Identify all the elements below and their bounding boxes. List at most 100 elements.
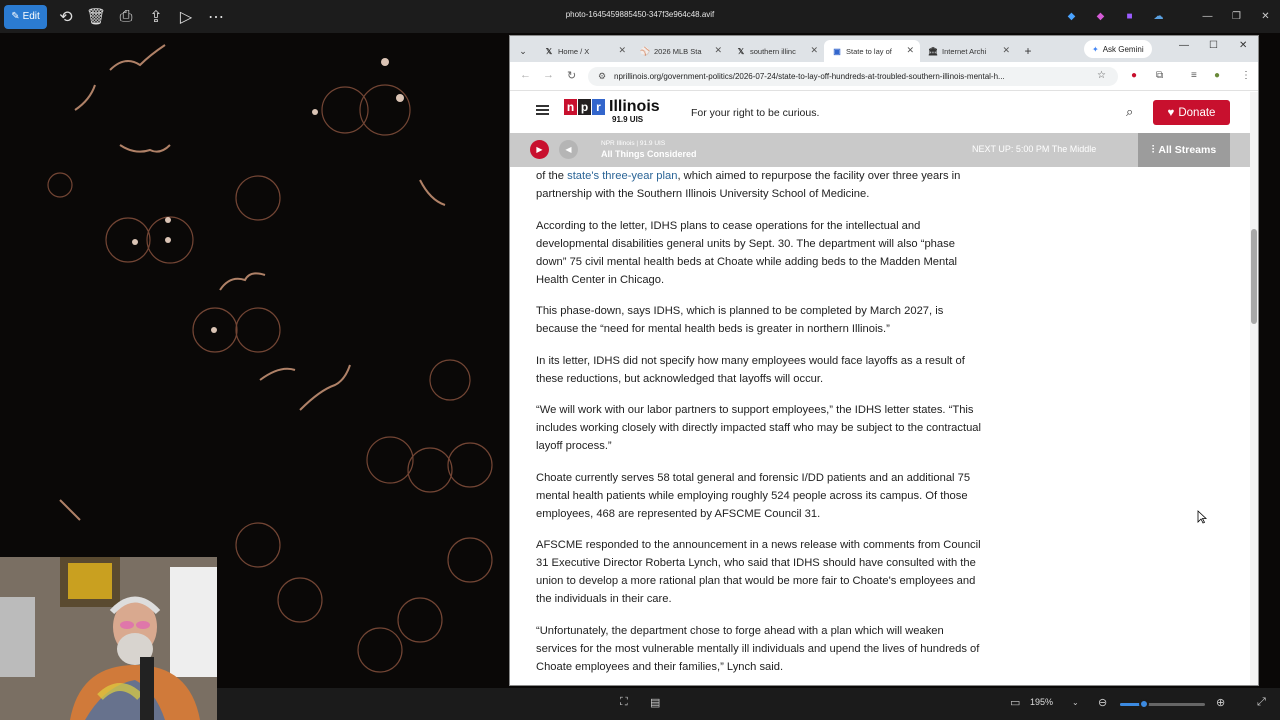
close-icon[interactable]: ✕ [1251,0,1280,33]
article-paragraph: AFSCME responded to the announcement in … [536,539,981,605]
article-body: of the state's three-year plan, which ai… [536,167,986,685]
more-icon[interactable]: ⋯ [201,5,231,29]
gemini-icon: ✦ [1092,44,1099,54]
logo-frequency: 91.9 UIS [612,115,644,124]
tray-app-icon[interactable]: ◆ [1057,0,1086,33]
minimize-icon[interactable]: — [1193,0,1222,33]
next-up-show: The Middle [1051,144,1097,154]
search-icon[interactable]: ⌕ [1126,104,1133,120]
url-field[interactable]: ⚙ nprillinois.org/government-politics/20… [588,67,1118,86]
chevron-down-icon[interactable]: ⌄ [1072,698,1079,707]
zoom-slider[interactable] [1120,699,1205,709]
scrollbar-thumb[interactable] [1251,229,1257,324]
tab-4[interactable]: 🏛 Internet Archi ✕ [920,40,1016,62]
zoom-in-icon[interactable]: ⊕ [1216,696,1225,709]
slideshow-icon[interactable]: ▷ [171,5,201,29]
rotate-icon[interactable]: ⟲ [51,5,81,29]
tab-close-icon[interactable]: ✕ [810,45,818,56]
npr-logo: n p r [564,99,605,115]
tab-search-icon[interactable]: ⌄ [510,40,536,62]
tab-close-icon[interactable]: ✕ [714,45,722,56]
forward-icon[interactable]: → [543,69,554,81]
zoom-level[interactable]: 195% [1030,697,1053,707]
new-tab-button[interactable]: + [1016,40,1040,62]
donate-button[interactable]: ♥ Donate [1153,100,1230,125]
archive-icon: 🏛 [927,46,939,56]
webcam-image [0,557,217,720]
volume-icon[interactable]: ◀ [559,140,578,159]
profile-avatar-icon[interactable]: ● [1214,70,1220,81]
tab-3[interactable]: ▣ State to lay of ✕ [824,40,920,62]
player-station: NPR Illinois | 91.9 UIS [601,140,666,147]
zoom-out-icon[interactable]: ⊖ [1098,696,1107,709]
heart-icon: ♥ [1167,106,1175,119]
fit-icon[interactable]: ⛶ [620,696,628,709]
viewer-toolbar: ✎ Edit ⟲ 🗑 ⎙ ⇪ ▷ ⋯ photo-1645459885450-3… [0,0,1280,33]
article-paragraph: of the state's three-year plan, which ai… [536,167,986,203]
delete-icon[interactable]: 🗑 [81,5,111,29]
ask-gemini-label: Ask Gemini [1102,44,1144,54]
maximize-icon[interactable]: ❐ [1222,0,1251,33]
share-icon[interactable]: ⇪ [141,5,171,29]
webcam-overlay [0,557,217,720]
print-icon[interactable]: ⎙ [111,5,141,29]
play-button[interactable]: ▶ [530,140,549,159]
tab-2[interactable]: 𝕏southern illinc ✕ [728,40,824,62]
state-plan-link[interactable]: state's three-year plan [567,170,677,182]
reading-list-icon[interactable]: ≡ [1191,70,1197,81]
cloud-icon[interactable]: ☁ [1144,0,1173,33]
tray-app-icon-2[interactable]: ◆ [1086,0,1115,33]
article-paragraph: According to the letter, IDHS plans to c… [536,219,958,286]
mlb-logo-icon: ⚾ [640,46,650,56]
tab-label: southern illinc [750,46,796,56]
article-paragraph: “We will work with our labor partners to… [536,404,982,452]
close-icon[interactable]: ✕ [1239,40,1247,51]
reload-icon[interactable]: ↻ [567,69,576,82]
fullscreen-icon[interactable]: ⤢ [1257,696,1266,709]
tab-0[interactable]: 𝕏 Home / X ✕ [536,40,632,62]
npr-logo-r: r [592,99,605,115]
article-paragraph: This phase-down, says IDHS, which is pla… [536,305,944,335]
donate-label: Donate [1178,106,1216,119]
npr-illinois-logo[interactable]: n p r Illinois 91.9 UIS [564,99,660,124]
tab-strip: ⌄ 𝕏 Home / X ✕ ⚾ 2026 MLB Sta ✕ 𝕏southern illi… [510,36,1258,62]
page-scrollbar[interactable] [1250,92,1258,685]
all-streams-label: All Streams [1158,144,1217,156]
url-text: nprillinois.org/government-politics/2026… [614,72,1005,81]
address-bar-row: ← → ↻ ⚙ nprillinois.org/government-polit… [510,62,1258,91]
tab-label: Internet Archi [942,46,987,56]
site-info-icon[interactable]: ⚙ [598,67,606,86]
bookmark-star-icon[interactable]: ☆ [1097,70,1106,81]
mouse-cursor-icon [1197,510,1207,524]
back-icon[interactable]: ← [520,69,531,81]
tab-close-icon[interactable]: ✕ [906,45,914,56]
menu-kebab-icon[interactable]: ⋮ [1241,70,1251,81]
edit-label: Edit [22,11,40,22]
all-streams-button[interactable]: ⫶ All Streams [1138,133,1230,167]
tab-1[interactable]: ⚾ 2026 MLB Sta ✕ [632,40,728,62]
tab-label: 2026 MLB Sta [654,46,702,56]
p0-pre: of the [536,170,568,182]
npr-logo-n: n [564,99,577,115]
hamburger-menu-icon[interactable] [536,105,549,115]
tab-close-icon[interactable]: ✕ [1002,45,1010,56]
extension-icon[interactable]: ● [1131,70,1137,81]
minimize-icon[interactable]: — [1179,40,1189,51]
npr-logo-p: p [578,99,591,115]
info-icon[interactable]: ▤ [650,696,660,709]
actual-size-icon[interactable]: ▭ [1010,696,1020,709]
zoom-slider-thumb[interactable] [1138,699,1149,709]
next-up: NEXT UP: 5:00 PM The Middle [972,144,1096,154]
maximize-icon[interactable]: ☐ [1209,40,1218,51]
extensions-puzzle-icon[interactable]: ⧉ [1156,70,1163,81]
tab-close-icon[interactable]: ✕ [618,45,626,56]
next-up-label: NEXT UP: [972,144,1014,154]
ask-gemini-button[interactable]: ✦ Ask Gemini [1084,40,1152,58]
pencil-icon: ✎ [11,11,20,22]
tray-app-icon-3[interactable]: ■ [1115,0,1144,33]
article-paragraph: “Unfortunately, the department chose to … [536,624,980,673]
edit-button[interactable]: ✎ Edit [4,4,47,29]
tabs: 𝕏 Home / X ✕ ⚾ 2026 MLB Sta ✕ 𝕏southern illinc… [536,40,1016,62]
tab-label: State to lay of [846,46,892,56]
audio-wave-icon: ⫶ [1151,143,1155,156]
